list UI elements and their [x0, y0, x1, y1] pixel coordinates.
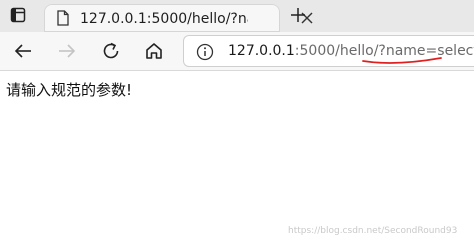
annotation-underline — [362, 57, 442, 64]
page-message: 请输入规范的参数! — [6, 81, 133, 99]
tab-bar: 127.0.0.1:5000/hello/?name=select — [0, 0, 474, 32]
refresh-icon — [103, 42, 119, 59]
new-tab-button[interactable] — [290, 7, 306, 23]
forward-button[interactable] — [56, 40, 78, 62]
plus-icon — [291, 8, 305, 22]
home-button[interactable] — [143, 40, 165, 62]
home-icon — [146, 43, 162, 59]
tab-title: 127.0.0.1:5000/hello/?name=select — [80, 11, 248, 27]
watermark: https://blog.csdn.net/SecondRound93 — [288, 226, 458, 236]
refresh-button[interactable] — [100, 40, 122, 62]
active-tab[interactable]: 127.0.0.1:5000/hello/?name=select — [44, 4, 313, 32]
url-host: 127.0.0.1 — [228, 43, 295, 59]
arrow-right-icon — [59, 44, 76, 58]
arrow-left-icon — [14, 44, 31, 58]
back-button[interactable] — [12, 40, 34, 62]
page-icon — [57, 10, 69, 26]
tab-actions-icon — [10, 7, 26, 23]
tab-actions-button[interactable] — [10, 7, 26, 23]
info-icon[interactable] — [196, 43, 214, 61]
